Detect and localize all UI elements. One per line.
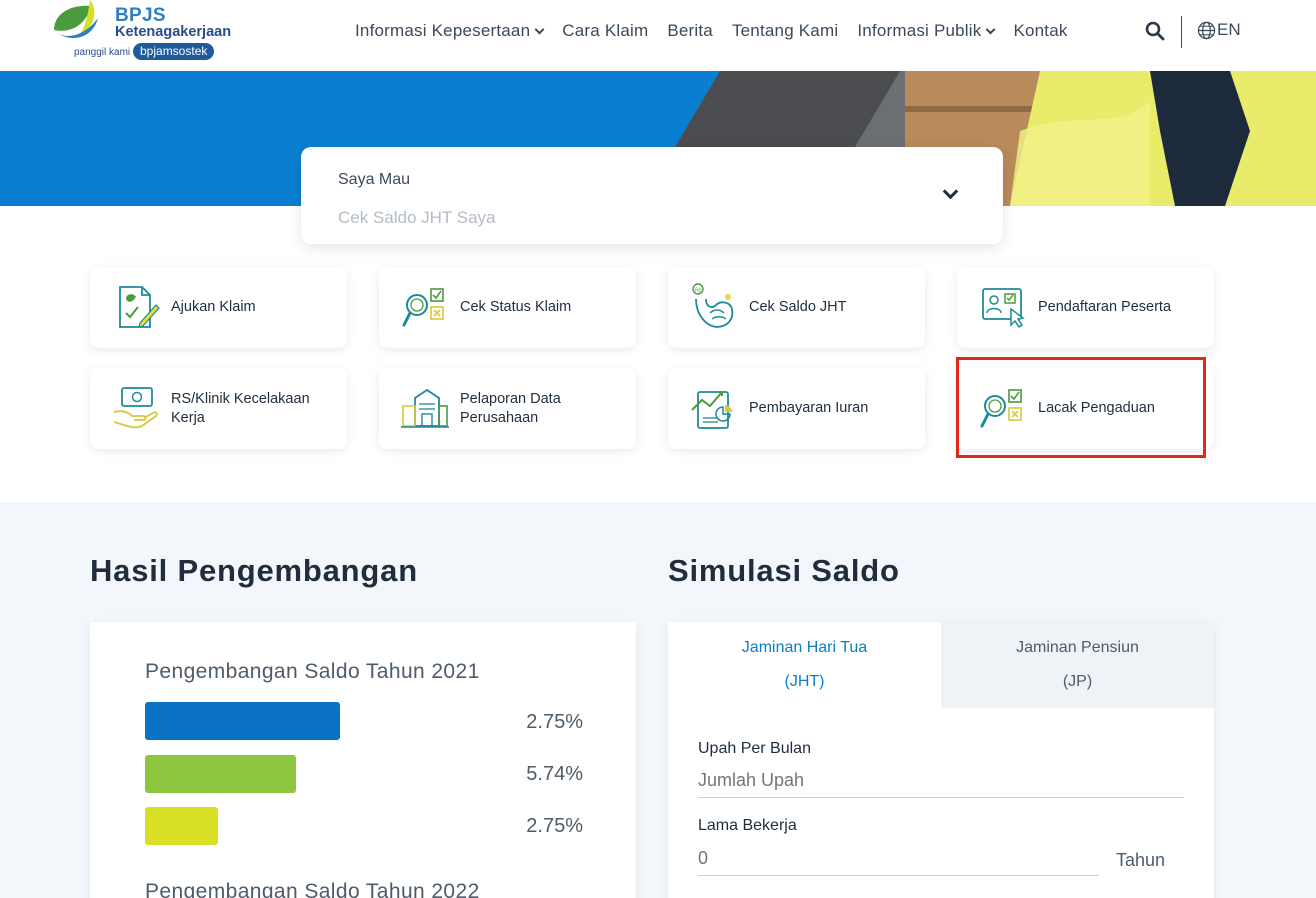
logo-subtitle: Ketenagakerjaan xyxy=(115,24,232,40)
tab-jp[interactable]: Jaminan Pensiun (JP) xyxy=(941,622,1214,708)
tab-label: Jaminan Hari Tua xyxy=(741,639,868,656)
magnifier-checklist-icon xyxy=(402,288,444,327)
building-icon xyxy=(401,388,449,428)
hasil-panel: Pengembangan Saldo Tahun 2021 2.75% 5.74… xyxy=(90,622,636,898)
service-lacak-pengaduan[interactable]: Lacak Pengaduan xyxy=(957,368,1214,449)
tab-sublabel: (JP) xyxy=(1062,673,1093,690)
hasil-bar-value: 2.75% xyxy=(526,815,583,837)
tab-label: Jaminan Pensiun xyxy=(1016,639,1139,656)
service-cek-status-klaim[interactable]: Cek Status Klaim xyxy=(379,267,636,348)
service-label: Lacak Pengaduan xyxy=(1038,400,1155,416)
service-label: Pembayaran Iuran xyxy=(749,400,869,416)
lama-bekerja-label: Lama Bekerja xyxy=(698,817,797,834)
service-label: Pelaporan Data Perusahaan xyxy=(460,390,561,426)
chevron-down-icon xyxy=(986,24,996,35)
lama-bekerja-input[interactable] xyxy=(698,848,1099,876)
nav-label: Cara Klaim xyxy=(562,21,649,40)
globe-icon xyxy=(1197,21,1216,39)
tab-jht[interactable]: Jaminan Hari Tua (JHT) xyxy=(668,622,941,708)
nav-tentang-kami[interactable]: Tentang Kami xyxy=(732,21,838,41)
logo-pill: bpjamsostek xyxy=(133,43,215,60)
hasil-bar-value: 5.74% xyxy=(526,763,583,785)
select-label: Saya Mau xyxy=(338,171,411,188)
intent-select[interactable]: Saya Mau Cek Saldo JHT Saya xyxy=(301,147,1003,244)
simulasi-title: Simulasi Saldo xyxy=(668,553,900,588)
simulasi-panel: Jaminan Hari Tua (JHT) Jaminan Pensiun (… xyxy=(668,622,1214,898)
select-value: Cek Saldo JHT Saya xyxy=(338,208,496,227)
hasil-bar-value: 2.75% xyxy=(526,711,583,733)
upah-label: Upah Per Bulan xyxy=(698,740,811,757)
chevron-down-icon xyxy=(534,24,545,35)
service-cek-saldo-jht[interactable]: Rp Cek Saldo JHT xyxy=(668,267,925,348)
service-pembayaran-iuran[interactable]: Pembayaran Iuran xyxy=(668,368,925,449)
payment-chart-icon xyxy=(691,391,732,429)
site-header: BPJS Ketenagakerjaan panggil kami bpjams… xyxy=(0,0,1316,71)
hasil-year-title: Pengembangan Saldo Tahun 2022 xyxy=(145,880,480,898)
hasil-title: Hasil Pengembangan xyxy=(90,553,418,588)
language-label: EN xyxy=(1217,20,1241,39)
hasil-year-title: Pengembangan Saldo Tahun 2021 xyxy=(145,660,480,683)
hand-money-icon xyxy=(113,387,158,429)
registration-id-icon xyxy=(982,288,1025,329)
bpjs-logo[interactable]: BPJS Ketenagakerjaan panggil kami bpjams… xyxy=(52,0,252,66)
nav-divider xyxy=(1181,16,1182,48)
tab-sublabel: (JHT) xyxy=(784,673,825,690)
main-nav: Informasi Kepesertaan Cara Klaim Berita … xyxy=(355,20,1087,42)
search-icon[interactable] xyxy=(1145,21,1165,41)
service-label: Pendaftaran Peserta xyxy=(1038,299,1172,315)
logo-leaf-icon xyxy=(54,0,98,39)
lama-bekerja-unit: Tahun xyxy=(1116,850,1166,870)
service-label: RS/Klinik Kecelakaan Kerja xyxy=(171,390,310,426)
nav-label: Tentang Kami xyxy=(731,21,839,40)
service-rs-klinik[interactable]: RS/Klinik Kecelakaan Kerja xyxy=(90,368,347,449)
language-switcher[interactable]: EN xyxy=(1197,20,1241,40)
upah-input[interactable] xyxy=(698,770,1184,798)
service-label: Cek Status Klaim xyxy=(460,299,572,315)
logo-title: BPJS xyxy=(115,5,166,26)
nav-label: Informasi Kepesertaan xyxy=(355,21,531,40)
hasil-bar xyxy=(145,807,218,845)
service-pelaporan-data[interactable]: Pelaporan Data Perusahaan xyxy=(379,368,636,449)
nav-cara-klaim[interactable]: Cara Klaim xyxy=(562,21,648,41)
service-label: Cek Saldo JHT xyxy=(749,299,847,315)
nav-label: Informasi Publik xyxy=(857,21,982,40)
service-label: Ajukan Klaim xyxy=(171,299,256,315)
hasil-bar xyxy=(145,702,340,740)
logo-tagline: panggil kami xyxy=(74,47,131,58)
piggy-coin-icon: Rp xyxy=(692,283,734,328)
claim-document-icon xyxy=(119,286,160,328)
hasil-bar xyxy=(145,755,296,793)
service-pendaftaran-peserta[interactable]: Pendaftaran Peserta xyxy=(957,267,1214,348)
magnifier-checklist-icon xyxy=(980,389,1022,428)
svg-text:Rp: Rp xyxy=(695,288,702,294)
nav-label: Berita xyxy=(667,21,713,40)
nav-informasi-publik[interactable]: Informasi Publik xyxy=(857,21,996,41)
nav-informasi-kepesertaan[interactable]: Informasi Kepesertaan xyxy=(355,21,545,41)
nav-kontak[interactable]: Kontak xyxy=(1013,21,1067,41)
nav-label: Kontak xyxy=(1013,21,1068,40)
nav-berita[interactable]: Berita xyxy=(667,21,713,41)
service-ajukan-klaim[interactable]: Ajukan Klaim xyxy=(90,267,347,348)
